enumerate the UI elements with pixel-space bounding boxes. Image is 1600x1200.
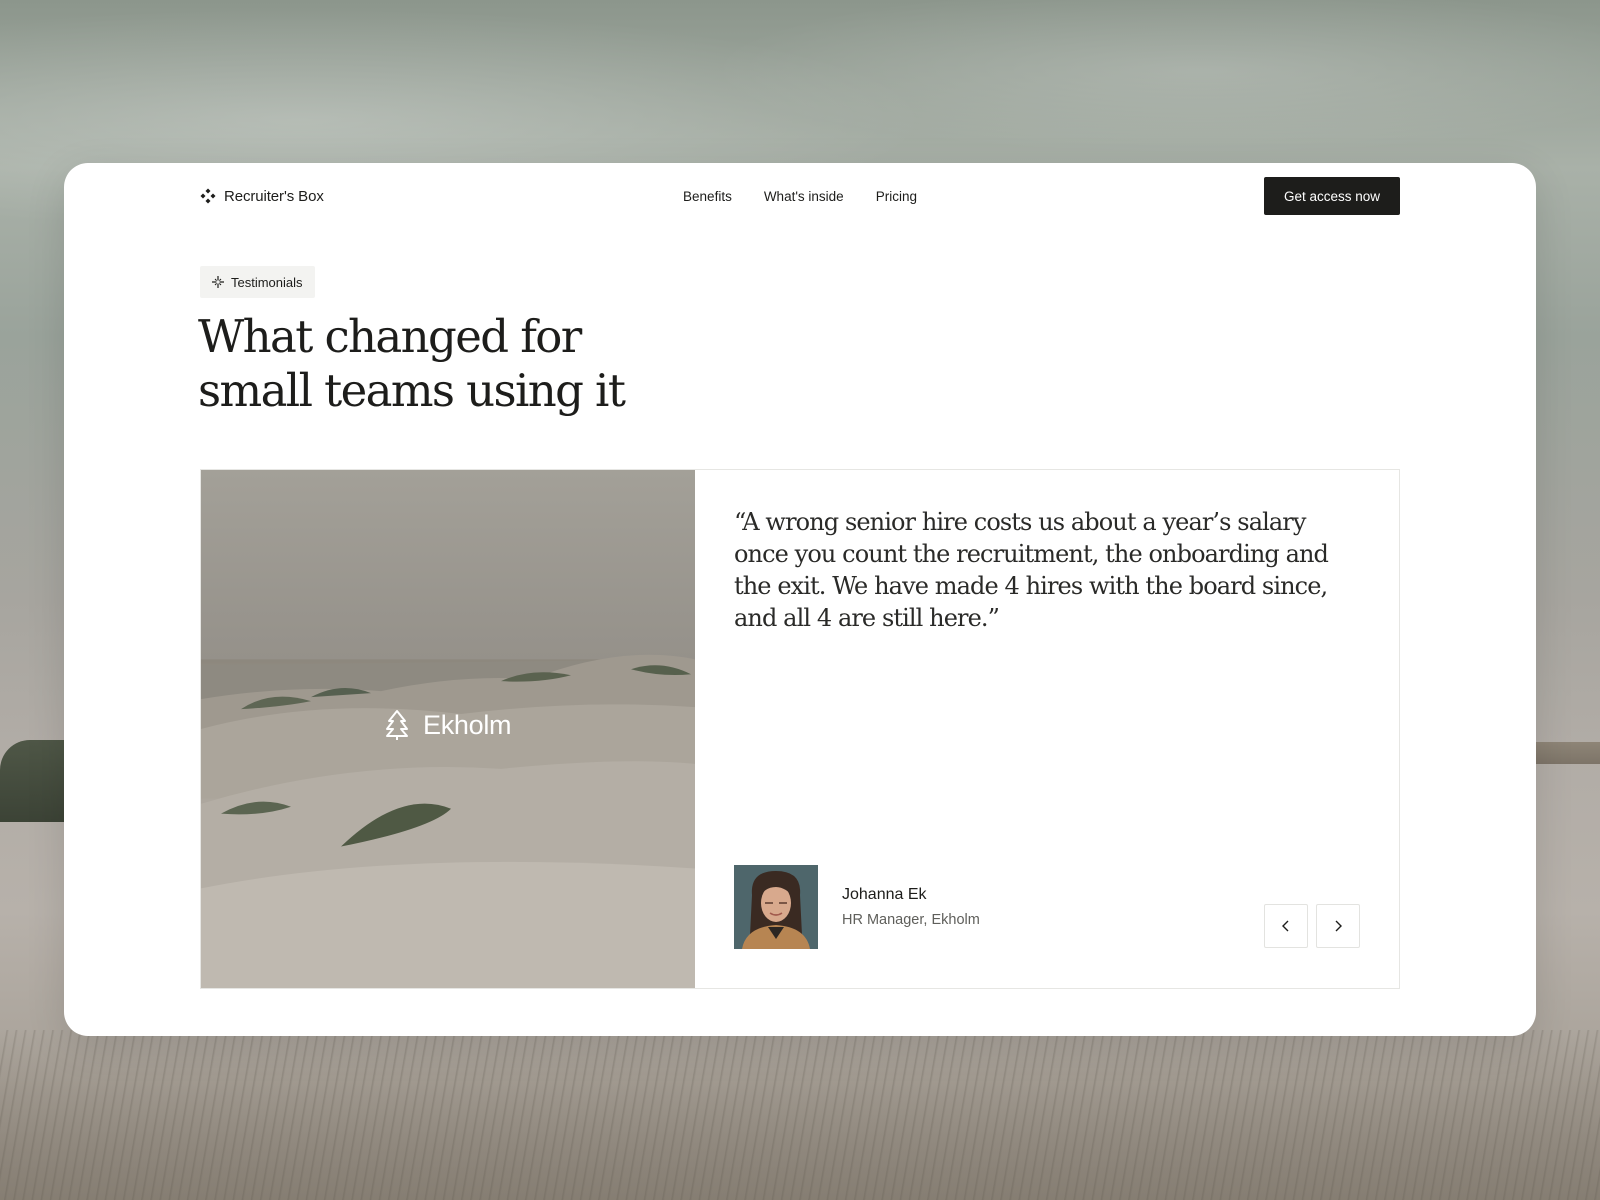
nav-link-pricing[interactable]: Pricing [876,189,917,204]
chevron-right-icon [1335,920,1342,932]
company-name: Ekholm [423,709,512,740]
testimonial-content: “A wrong senior hire costs us about a ye… [695,470,1399,988]
background-trees [0,740,70,822]
tree-icon [386,710,408,740]
sparkle-icon [212,276,224,288]
badge-label: Testimonials [231,274,303,290]
company-logo: Ekholm [383,709,512,741]
section-badge: Testimonials [200,266,315,298]
nav-link-whats-inside[interactable]: What's inside [764,189,844,204]
main-card: Recruiter's Box Benefits What's inside P… [64,163,1536,1036]
author-name: Johanna Ek [842,886,927,903]
testimonial-quote: “A wrong senior hire costs us about a ye… [734,508,1329,632]
author-info: Johanna Ek HR Manager, Ekholm [842,886,980,928]
main-nav: Benefits What's inside Pricing [683,189,917,204]
brand-logo[interactable]: Recruiter's Box [200,188,324,205]
diamond-cluster-icon [200,188,216,204]
page-title: What changed for small teams using it [198,310,758,418]
company-photo: Ekholm [201,470,695,988]
previous-button[interactable] [1264,904,1308,948]
carousel-controls [1264,904,1360,948]
avatar [734,865,818,949]
get-access-button[interactable]: Get access now [1263,177,1400,215]
chevron-left-icon [1282,920,1289,932]
testimonial-author: Johanna Ek HR Manager, Ekholm [734,865,980,949]
author-role: HR Manager, Ekholm [842,912,980,928]
title-line-2: small teams using it [198,364,626,417]
title-line-1: What changed for [198,310,582,363]
background-grass [0,1030,1600,1200]
next-button[interactable] [1316,904,1360,948]
background-shore [1530,742,1600,764]
testimonial-panel: Ekholm “A wrong senior hire costs us abo… [200,469,1400,989]
nav-link-benefits[interactable]: Benefits [683,189,732,204]
site-header: Recruiter's Box Benefits What's inside P… [200,176,1400,216]
brand-name: Recruiter's Box [224,187,324,205]
